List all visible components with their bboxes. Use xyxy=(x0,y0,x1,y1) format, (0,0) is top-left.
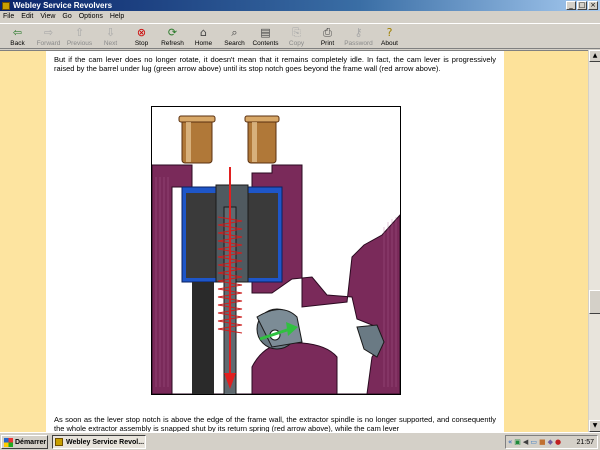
stop-icon: ⊗ xyxy=(136,26,147,39)
toolbar-label: Home xyxy=(194,40,213,47)
back-arrow-icon: ⇦ xyxy=(12,26,23,39)
maximize-button[interactable]: □ xyxy=(577,1,587,10)
monitor-tray-icon[interactable]: ▭ xyxy=(530,438,537,447)
close-button[interactable]: × xyxy=(588,1,598,10)
windows-flag-icon xyxy=(4,437,13,447)
menu-edit[interactable]: Edit xyxy=(21,11,33,22)
paragraph-extractor: As soon as the lever stop notch is above… xyxy=(54,415,496,432)
copy-button[interactable]: ⎘ Copy xyxy=(281,24,312,49)
contents-icon: ▤ xyxy=(260,26,271,39)
about-button[interactable]: ? About xyxy=(374,24,405,49)
toolbar-label: Forward xyxy=(36,40,61,47)
key-icon: ⚷ xyxy=(354,26,363,39)
menu-help[interactable]: Help xyxy=(110,11,124,22)
arrow-tray-icon[interactable]: « xyxy=(508,438,512,447)
menu-go[interactable]: Go xyxy=(62,11,71,22)
toolbar: ⇦ Back ⇨ Forward ⇧ Previous ⇩ Next ⊗ Stop ⟳ Refresh… xyxy=(0,23,600,49)
search-button[interactable]: ⌕ Search xyxy=(219,24,250,49)
search-icon: ⌕ xyxy=(231,26,238,39)
cylinder-chamber-left xyxy=(186,193,216,278)
down-arrow-icon: ⇩ xyxy=(105,26,116,39)
refresh-icon: ⟳ xyxy=(167,26,178,39)
home-button[interactable]: ⌂ Home xyxy=(188,24,219,49)
toolbar-label: Previous xyxy=(66,40,93,47)
toolbar-label: Back xyxy=(10,40,25,47)
right-margin-band xyxy=(504,51,588,432)
menu-bar: File Edit View Go Options Help xyxy=(0,11,600,22)
revolver-cutaway-illustration xyxy=(151,106,401,395)
settings-tray-icon[interactable]: ◆ xyxy=(548,438,553,447)
cartridge-right xyxy=(244,115,280,164)
revolver-cutaway-drawing xyxy=(152,115,400,394)
next-button[interactable]: ⇩ Next xyxy=(95,24,126,49)
home-icon: ⌂ xyxy=(200,26,207,39)
cartridge-left xyxy=(178,115,216,164)
system-tray: « ▣ ◀ ▭ ■ ◆ ● 21:57 xyxy=(505,435,598,449)
stop-button[interactable]: ⊗ Stop xyxy=(126,24,157,49)
forward-button[interactable]: ⇨ Forward xyxy=(33,24,64,49)
window-title: Webley Service Revolvers xyxy=(13,1,113,10)
title-bar[interactable]: Webley Service Revolvers _ □ × xyxy=(0,0,600,11)
scroll-thumb[interactable] xyxy=(589,290,600,314)
start-button[interactable]: Démarrer xyxy=(1,435,48,449)
scroll-down-button[interactable]: ▼ xyxy=(589,420,600,432)
previous-button[interactable]: ⇧ Previous xyxy=(64,24,95,49)
minimize-button[interactable]: _ xyxy=(566,1,576,10)
menu-file[interactable]: File xyxy=(3,11,14,22)
toolbar-label: Next xyxy=(103,40,118,47)
start-label: Démarrer xyxy=(15,438,47,446)
cylinder-chamber-right xyxy=(248,193,278,278)
document-page: But if the cam lever does no longer rota… xyxy=(46,51,504,432)
clock[interactable]: 21:57 xyxy=(576,439,594,446)
taskbar: Démarrer Webley Service Revol... « ▣ ◀ ▭… xyxy=(0,432,600,450)
network-tray-icon[interactable]: ▣ xyxy=(514,438,521,447)
barrel xyxy=(192,282,214,394)
copy-icon: ⎘ xyxy=(292,26,301,39)
toolbar-label: Password xyxy=(344,40,373,47)
menu-options[interactable]: Options xyxy=(79,11,103,22)
taskbar-item-label: Webley Service Revol... xyxy=(66,438,145,446)
app-tray-icon[interactable]: ■ xyxy=(539,438,546,447)
volume-tray-icon[interactable]: ◀ xyxy=(523,438,528,447)
toolbar-label: Contents xyxy=(252,40,279,47)
menu-view[interactable]: View xyxy=(40,11,55,22)
toolbar-label: Refresh xyxy=(161,40,184,47)
up-arrow-icon: ⇧ xyxy=(74,26,85,39)
paragraph-cam-lever: But if the cam lever does no longer rota… xyxy=(54,55,496,74)
vertical-scrollbar[interactable]: ▲ ▼ xyxy=(588,50,600,432)
print-icon: ⎙ xyxy=(323,26,332,39)
toolbar-label: About xyxy=(381,40,398,47)
app-book-icon xyxy=(2,1,10,10)
refresh-button[interactable]: ⟳ Refresh xyxy=(157,24,188,49)
alert-tray-icon[interactable]: ● xyxy=(555,438,561,447)
toolbar-label: Copy xyxy=(288,40,305,47)
taskbar-item-webley[interactable]: Webley Service Revol... xyxy=(52,435,146,449)
print-button[interactable]: ⎙ Print xyxy=(312,24,343,49)
content-area: But if the cam lever does no longer rota… xyxy=(0,50,588,432)
toolbar-label: Print xyxy=(320,40,335,47)
password-button[interactable]: ⚷ Password xyxy=(343,24,374,49)
book-app-icon xyxy=(55,438,63,446)
about-bulb-icon: ? xyxy=(386,26,393,39)
contents-button[interactable]: ▤ Contents xyxy=(250,24,281,49)
left-margin-band xyxy=(0,51,46,432)
toolbar-label: Search xyxy=(224,40,245,47)
scroll-up-button[interactable]: ▲ xyxy=(589,50,600,62)
forward-arrow-icon: ⇨ xyxy=(43,26,54,39)
back-button[interactable]: ⇦ Back xyxy=(2,24,33,49)
toolbar-label: Stop xyxy=(134,40,149,47)
